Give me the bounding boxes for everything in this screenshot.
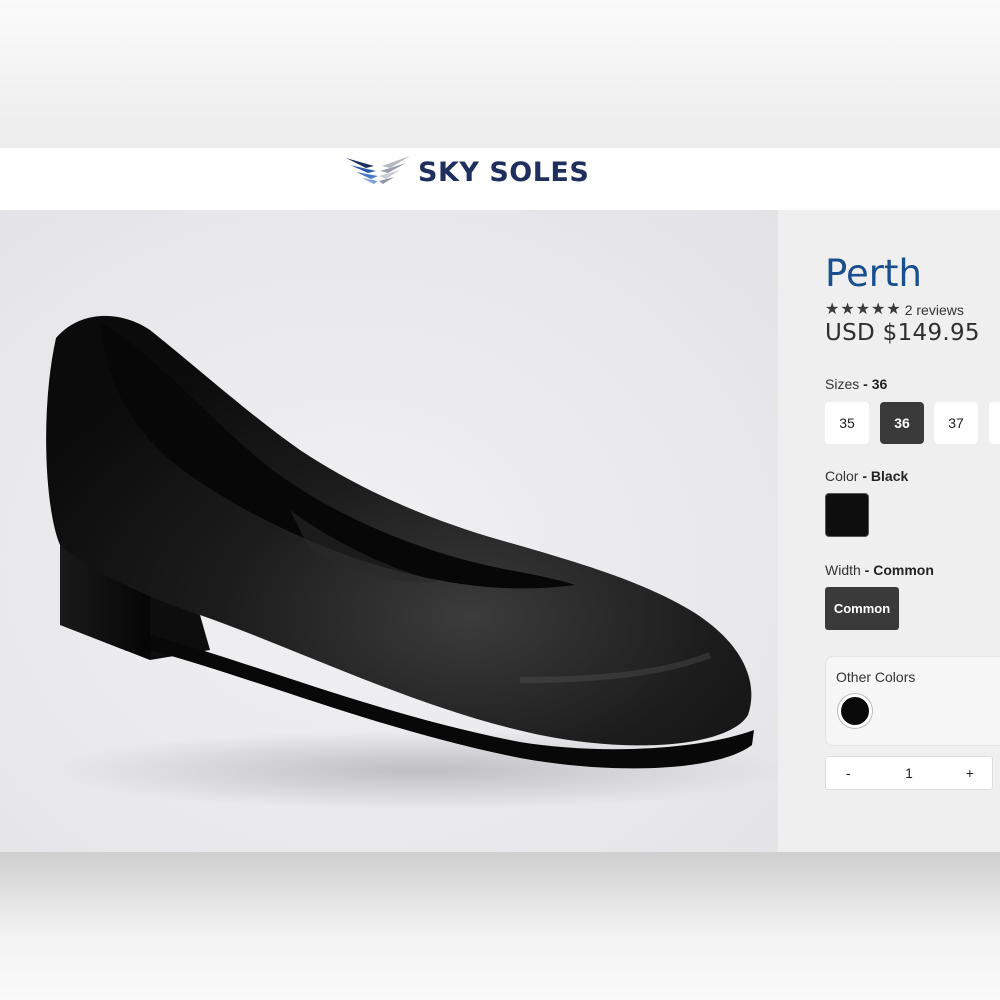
width-label-text: Width — [825, 562, 861, 578]
other-colors-label: Other Colors — [836, 669, 916, 685]
bottom-backdrop — [0, 852, 1000, 1000]
quantity-stepper: - 1 + — [825, 756, 993, 790]
sizes-label-text: Sizes — [825, 376, 860, 392]
width-selected-prefix: - — [860, 562, 874, 578]
product-title: Perth — [825, 252, 922, 295]
shoe-image — [46, 315, 778, 810]
star-icon: ★ — [886, 301, 901, 318]
other-color-swatch-black[interactable] — [838, 694, 872, 728]
product-image — [0, 210, 778, 852]
quantity-decrease-button[interactable]: - — [826, 757, 870, 789]
star-icon: ★ — [871, 301, 886, 318]
color-selected-value: Black — [870, 468, 909, 484]
product-details-panel: Perth ★ ★ ★ ★ ★ 2 reviews USD $149.95 Si… — [778, 210, 1000, 852]
rating-stars: ★ ★ ★ ★ ★ — [825, 302, 901, 318]
size-option-more[interactable] — [989, 402, 1000, 444]
wings-logo-icon — [346, 156, 410, 184]
sizes-label: Sizes - 36 — [825, 376, 887, 392]
brand-logo[interactable]: SKY SOLES — [344, 150, 589, 194]
color-label-text: Color — [825, 468, 859, 484]
star-icon: ★ — [840, 301, 855, 318]
star-icon: ★ — [855, 301, 871, 318]
brand-name: SKY SOLES — [418, 156, 590, 188]
other-colors-box: Other Colors — [825, 656, 1000, 746]
width-option-common[interactable]: Common — [825, 587, 899, 630]
star-icon: ★ — [825, 301, 840, 318]
sizes-selected-value: 36 — [871, 376, 888, 392]
top-backdrop — [0, 0, 1000, 148]
width-selected-value: Common — [873, 562, 934, 578]
size-option-35[interactable]: 35 — [825, 402, 869, 444]
quantity-value[interactable]: 1 — [870, 757, 947, 789]
color-selected-prefix: - — [858, 468, 871, 484]
product-price: USD $149.95 — [825, 320, 980, 346]
product-rating[interactable]: ★ ★ ★ ★ ★ 2 reviews — [825, 302, 964, 319]
quantity-increase-button[interactable]: + — [948, 757, 992, 789]
size-option-36[interactable]: 36 — [880, 402, 924, 444]
size-option-37[interactable]: 37 — [934, 402, 978, 444]
color-label: Color - Black — [825, 468, 908, 484]
width-label: Width - Common — [825, 562, 934, 578]
color-swatch-black[interactable] — [825, 493, 869, 537]
sizes-selected-prefix: - — [859, 376, 872, 392]
reviews-count[interactable]: 2 reviews — [905, 302, 964, 318]
